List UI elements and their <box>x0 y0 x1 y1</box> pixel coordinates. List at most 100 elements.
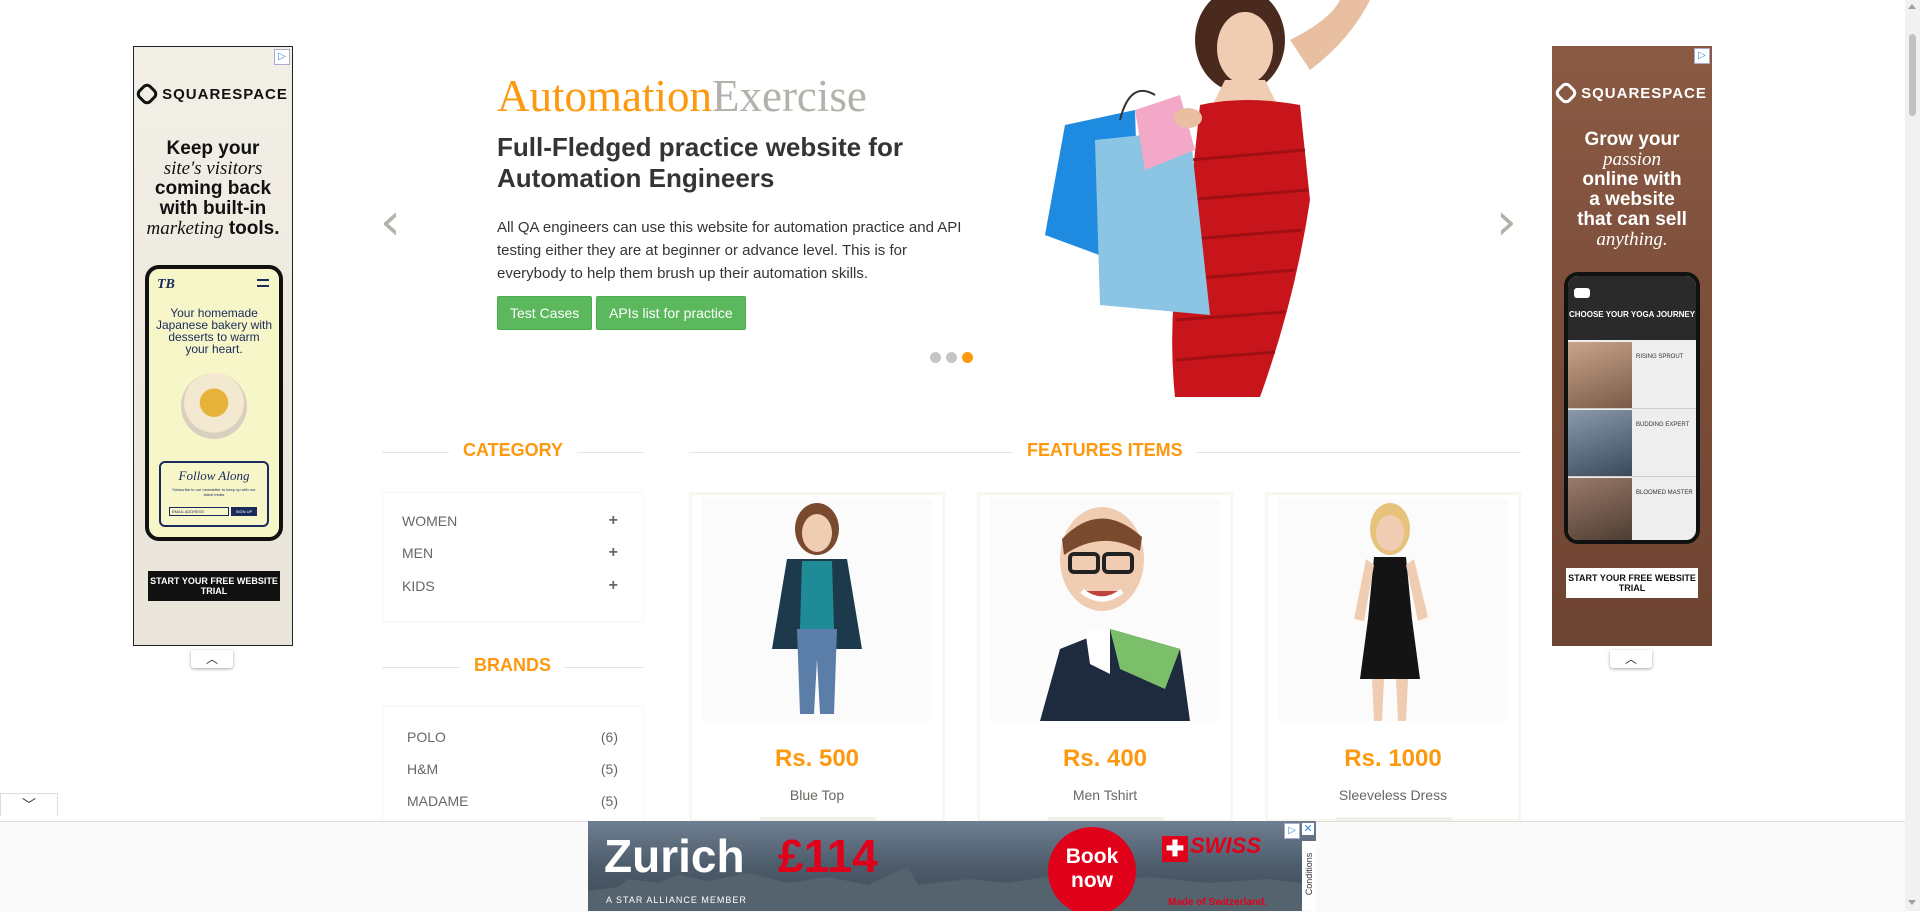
ad-phone-mockup: CHOOSE YOUR YOGA JOURNEY RISING SPROUT B… <box>1564 272 1700 544</box>
ad-cta-button[interactable]: START YOUR FREE WEBSITE TRIAL <box>1566 568 1698 598</box>
left-sidebar-ad[interactable]: ▷ SQUARESPACE Keep your site's visitors … <box>133 46 293 646</box>
email-field[interactable]: EMAIL ADDRESS <box>169 507 229 516</box>
category-men[interactable]: MEN + <box>402 544 618 562</box>
product-name: Blue Top <box>789 787 845 803</box>
collapse-left-ad-button[interactable]: ︿ <box>191 650 233 668</box>
test-cases-button[interactable]: Test Cases <box>497 296 593 330</box>
product-price: Rs. 1000 <box>1344 745 1442 772</box>
brand-count: (5) <box>600 793 618 809</box>
ad-headline-line: Keep your <box>166 138 260 159</box>
ad-headline-line: that can sell <box>1577 209 1687 230</box>
product-card: Rs. 400 Men Tshirt <box>977 492 1233 823</box>
scroll-up-arrow-icon[interactable] <box>1908 4 1916 9</box>
brand-label: POLO <box>407 729 446 745</box>
bottom-banner-ad[interactable]: Zurich £114 Book now ✚ SWISS A STAR ALLIA… <box>588 821 1316 911</box>
plus-icon[interactable]: + <box>609 577 618 595</box>
brand-madame[interactable]: MADAME (5) <box>407 793 618 809</box>
ad-city: Zurich <box>604 830 745 882</box>
ad-headline-line: coming back <box>154 178 272 199</box>
book-now-button[interactable]: Book now <box>1048 827 1136 911</box>
ad-headline-line: tools. <box>228 218 280 239</box>
squarespace-logo: SQUARESPACE <box>134 81 292 107</box>
chevron-right-icon: › <box>1496 192 1517 252</box>
follow-subtext: Subscribe to our newsletter to keep up w… <box>172 487 256 497</box>
ad-choices-icon[interactable]: ▷ <box>274 49 290 65</box>
slider-indicator-1[interactable] <box>930 352 941 363</box>
product-image <box>990 499 1220 721</box>
ad-headline-line: online with <box>1582 169 1682 190</box>
squarespace-mark-icon <box>1553 80 1579 106</box>
slider-brand-title: AutomationExercise <box>497 70 867 122</box>
phone-text: Your homemade Japanese bakery with desse… <box>155 306 273 356</box>
follow-heading: Follow Along <box>178 468 250 483</box>
yoga-item-label: BLOOMED MASTER <box>1636 490 1693 496</box>
slider-indicator-2[interactable] <box>946 352 957 363</box>
phone-title: CHOOSE YOUR YOGA JOURNEY <box>1568 310 1696 319</box>
category-label: WOMEN <box>402 513 458 529</box>
ad-headline: Keep your site's visitors coming back wi… <box>134 139 292 239</box>
category-label: MEN <box>402 545 434 561</box>
collapse-bottom-ad-button[interactable]: ﹀ <box>0 793 58 816</box>
conditions-link[interactable]: Conditions <box>1302 841 1316 911</box>
slider-indicator-3-active[interactable] <box>962 352 973 363</box>
ad-cta-button[interactable]: START YOUR FREE WEBSITE TRIAL <box>148 571 280 601</box>
brand-label: H&M <box>407 761 439 777</box>
category-title: CATEGORY <box>449 440 578 461</box>
category-label: KIDS <box>402 578 435 594</box>
plus-icon[interactable]: + <box>609 544 618 562</box>
ad-phone-mockup: TB Your homemade Japanese bakery with de… <box>145 265 283 541</box>
ad-headline-line: with built-in <box>159 198 267 219</box>
scroll-down-arrow-icon[interactable] <box>1908 900 1916 905</box>
ad-price: £114 <box>778 830 878 882</box>
yoga-image <box>1568 342 1632 408</box>
product-image <box>702 499 932 721</box>
scrollbar-thumb[interactable] <box>1909 34 1916 116</box>
airline-name: SWISS <box>1190 833 1261 858</box>
brand-title-part: Automation <box>497 71 712 121</box>
apis-list-button[interactable]: APIs list for practice <box>596 296 746 330</box>
yoga-image <box>1568 478 1632 540</box>
brand-polo[interactable]: POLO (6) <box>407 729 618 745</box>
ad-brand-label: SQUARESPACE <box>162 86 288 103</box>
chevron-left-icon: ‹ <box>380 192 401 252</box>
ad-choices-icon[interactable]: ▷ <box>1694 48 1710 64</box>
category-kids[interactable]: KIDS + <box>402 577 618 595</box>
collapse-right-ad-button[interactable]: ︿ <box>1610 650 1652 668</box>
brand-title-part: Exercise <box>711 71 867 121</box>
star-alliance-label: A STAR ALLIANCE MEMBER <box>606 895 747 905</box>
product-price: Rs. 500 <box>774 745 860 772</box>
signup-button[interactable]: SIGN UP <box>231 507 257 516</box>
ad-headline: Grow your passion online with a website … <box>1552 130 1712 250</box>
yoga-item-label: RISING SPROUT <box>1636 354 1684 360</box>
ad-headline-line: Grow your <box>1584 129 1680 150</box>
ad-headline-line: site's visitors <box>163 158 263 179</box>
squarespace-mark-icon <box>134 81 160 107</box>
ad-headline-line: marketing <box>146 218 224 239</box>
yoga-image <box>1568 410 1632 476</box>
slider-hero-image <box>1040 0 1400 397</box>
category-women[interactable]: WOMEN + <box>402 512 618 530</box>
made-of-label: Made of Switzerland. <box>1168 897 1267 908</box>
brand-hm[interactable]: H&M (5) <box>407 761 618 777</box>
dessert-image <box>181 373 247 439</box>
product-name: Men Tshirt <box>1072 787 1138 803</box>
slider-heading: Full-Fledged practice website for Automa… <box>497 132 903 193</box>
brand-mark-icon <box>1574 288 1590 298</box>
yoga-item-label: BUDDING EXPERT <box>1636 422 1690 428</box>
slider-description: All QA engineers can use this website fo… <box>497 219 962 282</box>
slider-next-button[interactable]: › <box>1496 196 1517 248</box>
chevron-up-icon: ︿ <box>1624 652 1637 666</box>
features-items-title: FEATURES ITEMS <box>1013 440 1197 461</box>
brands-title: BRANDS <box>460 655 566 676</box>
plus-icon[interactable]: + <box>609 512 618 530</box>
product-price: Rs. 400 <box>1062 745 1148 772</box>
brand-count: (6) <box>600 729 618 745</box>
swiss-cross-icon: ✚ <box>1162 836 1188 862</box>
right-sidebar-ad[interactable]: ▷ SQUARESPACE Grow your passion online w… <box>1552 46 1712 646</box>
slider-prev-button[interactable]: ‹ <box>380 196 401 248</box>
close-icon[interactable]: ✕ <box>1302 823 1314 835</box>
ad-choices-icon[interactable]: ▷ <box>1284 823 1300 839</box>
page-scrollbar[interactable] <box>1905 0 1920 911</box>
product-image <box>1278 499 1508 721</box>
ad-headline-line: a website <box>1589 189 1675 210</box>
